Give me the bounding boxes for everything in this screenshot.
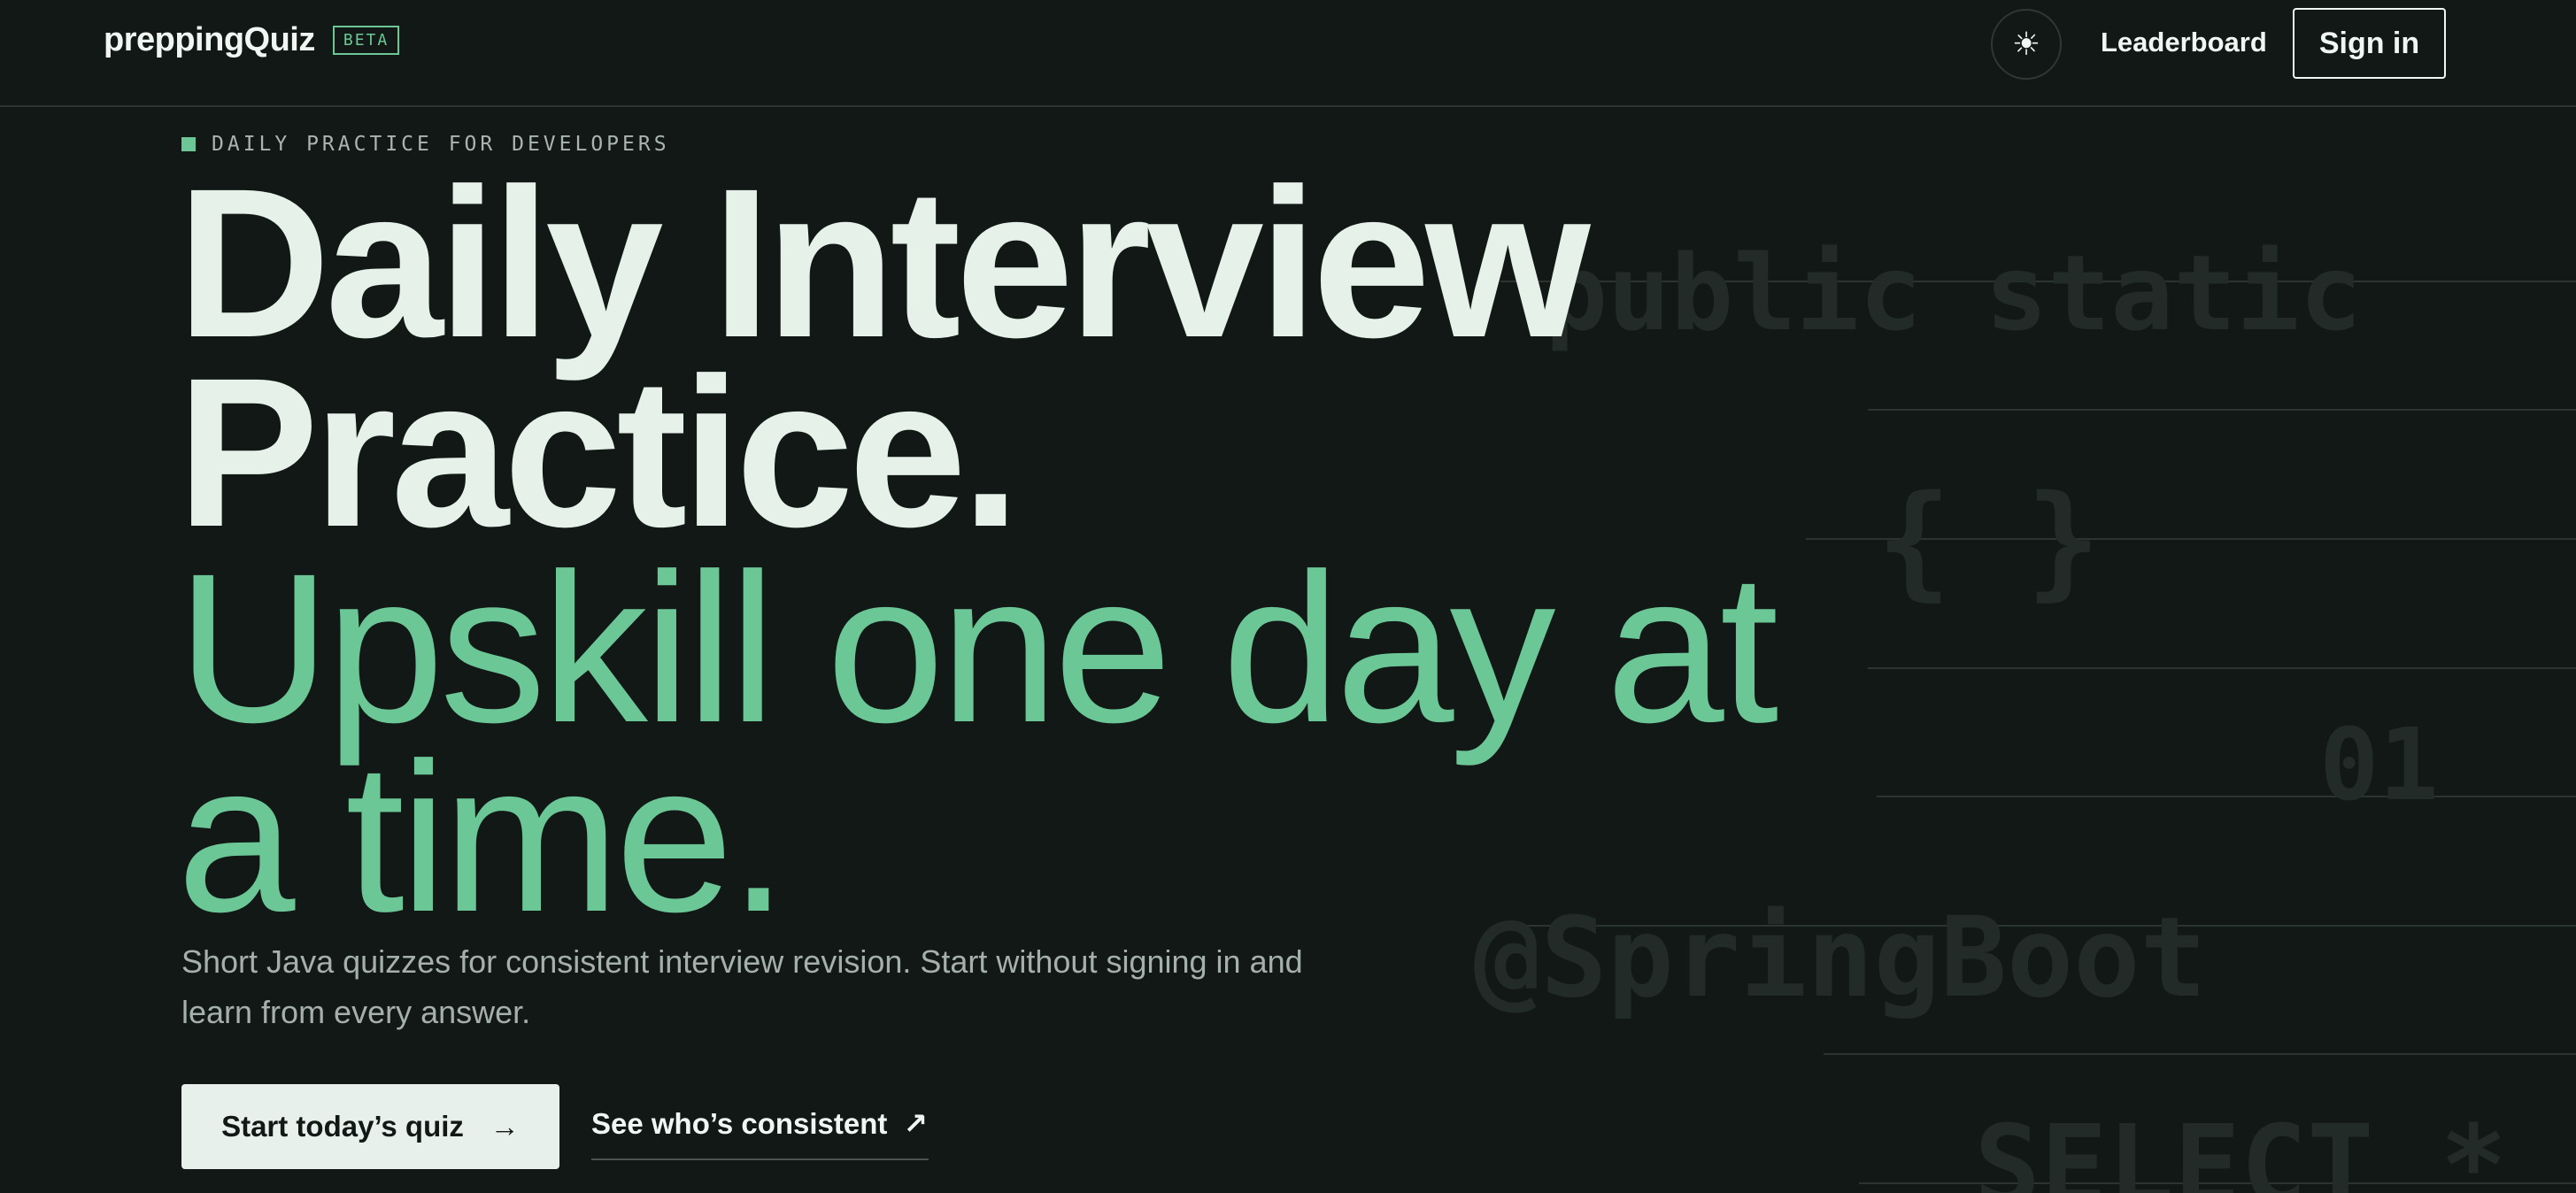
- arrow-right-icon: →: [490, 1110, 520, 1143]
- hero-description: Short Java quizzes for consistent interv…: [181, 943, 1303, 1030]
- sign-in-button[interactable]: Sign in: [2293, 8, 2446, 79]
- brand[interactable]: preppingQuiz BETA: [104, 21, 400, 59]
- leaderboard-cta-label: See who’s consistent: [591, 1106, 888, 1140]
- decor-code-public-static: public static: [1545, 232, 2363, 354]
- leaderboard-cta-link[interactable]: See who’s consistent ↗: [591, 1106, 929, 1160]
- decor-line: [1868, 409, 2576, 411]
- decor-line: [1877, 796, 2576, 797]
- decor-code-select: SELECT *: [1974, 1102, 2508, 1193]
- decor-line: [1824, 1053, 2576, 1055]
- subheadline-line-1: Upskill one day at: [177, 529, 1778, 766]
- start-quiz-button[interactable]: Start today’s quiz →: [181, 1084, 559, 1169]
- decor-code-braces: { }: [1877, 469, 2101, 613]
- decor-line: [1868, 667, 2576, 669]
- headline-line-2: Practice.: [177, 334, 1021, 571]
- hero-subheadline: Upskill one day at a time.: [177, 529, 1778, 956]
- subheadline-line-2: a time.: [177, 719, 788, 956]
- nav-leaderboard-link[interactable]: Leaderboard: [2101, 27, 2267, 58]
- sun-icon: ☀: [2011, 26, 2041, 62]
- theme-toggle-button[interactable]: ☀: [1991, 9, 2062, 80]
- page: public static { } 01 @SpringBoot SELECT …: [0, 0, 2576, 1193]
- headline-line-1: Daily Interview: [177, 144, 1591, 381]
- start-quiz-label: Start today’s quiz: [221, 1110, 464, 1143]
- arrow-up-right-icon: ↗: [903, 1107, 929, 1140]
- decor-code-binary: 01: [2319, 708, 2439, 823]
- brand-logo-text[interactable]: preppingQuiz: [104, 21, 315, 59]
- beta-badge: BETA: [332, 26, 400, 55]
- hero-headline: Daily Interview Practice.: [177, 144, 1591, 571]
- top-navbar: preppingQuiz BETA ☀ Leaderboard Sign in: [0, 0, 2576, 107]
